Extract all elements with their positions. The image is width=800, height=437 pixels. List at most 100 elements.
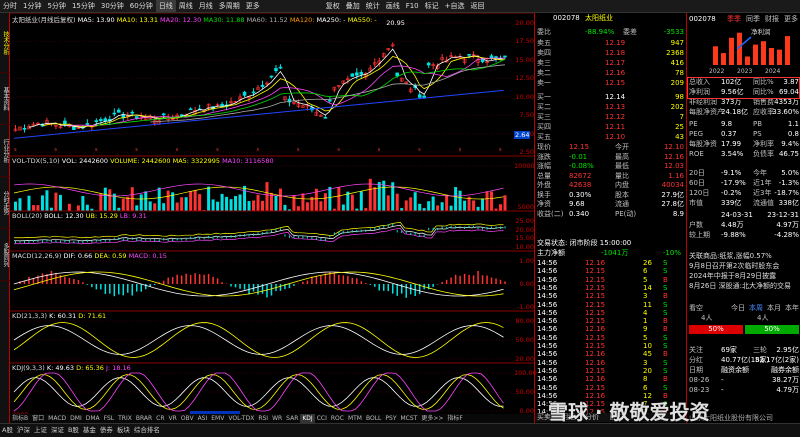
margin-v1: 69家 bbox=[721, 346, 737, 354]
news-item-0[interactable]: 关联商品:纸浆,涨幅0.57% bbox=[687, 251, 800, 261]
margin-k1: 日期 bbox=[689, 366, 703, 374]
market-tab-7[interactable]: 板块 bbox=[115, 424, 132, 437]
tick-vol: 20 bbox=[643, 366, 652, 375]
tool-button-5[interactable]: 标记 bbox=[422, 0, 442, 12]
indicator-tab-19[interactable]: ROC bbox=[329, 414, 346, 423]
period-tab-8[interactable]: 月线 bbox=[196, 0, 216, 12]
indicator-tab-9[interactable]: VR bbox=[167, 414, 179, 423]
event-marker: s bbox=[256, 147, 260, 153]
tool-button-2[interactable]: 统计 bbox=[363, 0, 383, 12]
indicator-tab-20[interactable]: MTM bbox=[346, 414, 364, 423]
market-tab-0[interactable]: A股 bbox=[0, 424, 15, 437]
sell-label: 卖五 bbox=[537, 39, 551, 47]
chart-area[interactable]: 太阳纸业(月线后复权) MA5: 13.90 MA10: 13.31 MA20:… bbox=[10, 13, 537, 423]
indicator-tab-25[interactable]: 指标F bbox=[445, 414, 464, 423]
stat-val: 0.340 bbox=[569, 209, 590, 218]
tick-price: 12.15 bbox=[585, 308, 606, 317]
tool-button-6[interactable]: +自选 bbox=[442, 0, 468, 12]
indicator-tab-6[interactable]: TRIX bbox=[116, 414, 134, 423]
tick-vol: 3 bbox=[643, 292, 648, 301]
indicator-tab-14[interactable]: RSI bbox=[256, 414, 270, 423]
period-tab-4[interactable]: 30分钟 bbox=[98, 0, 127, 12]
indicator-tab-7[interactable]: BRAR bbox=[134, 414, 154, 423]
volume-bar bbox=[40, 195, 44, 211]
weibi-row: 委比 -88.94% 委差 -3533 bbox=[535, 28, 687, 37]
period-tab-3[interactable]: 15分钟 bbox=[69, 0, 98, 12]
period-tab-9[interactable]: 多周期 bbox=[216, 0, 243, 12]
kdj-ytick-1: 50.00 bbox=[515, 388, 534, 396]
buy-label: 买四 bbox=[537, 123, 551, 131]
indicator-tab-12[interactable]: EMV bbox=[209, 414, 226, 423]
volume-bar bbox=[359, 191, 363, 211]
indicator-tab-5[interactable]: FSL bbox=[102, 414, 117, 423]
indicator-tab-23[interactable]: MCST bbox=[399, 414, 420, 423]
indicator-tab-2[interactable]: MACD bbox=[46, 414, 68, 423]
market-tab-1[interactable]: 沪深 bbox=[15, 424, 32, 437]
date-v2: 4.97万 bbox=[776, 221, 799, 229]
market-tab-8[interactable]: 综合排名 bbox=[132, 424, 162, 437]
news-item-3[interactable]: 8月26日 深股通:北大净额的交易 bbox=[687, 281, 800, 291]
indicator-tab-22[interactable]: PSY bbox=[383, 414, 398, 423]
indicator-tab-10[interactable]: OBV bbox=[179, 414, 196, 423]
period-tab-10[interactable]: 更多 bbox=[243, 0, 263, 12]
kline-ytick-1: 17.50 bbox=[515, 37, 534, 46]
volume-bar bbox=[436, 205, 440, 211]
sell-vol: 2368 bbox=[666, 49, 684, 57]
indicator-tab-24[interactable]: 更多>> bbox=[419, 414, 445, 423]
candle-body bbox=[359, 72, 364, 75]
indicator-tab-4[interactable]: DMA bbox=[84, 414, 102, 423]
right-tab-2[interactable]: 财报 bbox=[765, 14, 779, 24]
right-header: 002078 季季 同季 财报 更多 bbox=[687, 14, 800, 24]
tool-button-1[interactable]: 叠加 bbox=[343, 0, 363, 12]
left-tab-2[interactable]: 行业分析 bbox=[0, 125, 10, 177]
volume-bar bbox=[67, 203, 71, 211]
period-tab-7[interactable]: 周线 bbox=[176, 0, 196, 12]
market-tab-5[interactable]: 基金 bbox=[81, 424, 98, 437]
indicator-tab-11[interactable]: ASI bbox=[196, 414, 210, 423]
tool-button-4[interactable]: F10 bbox=[403, 0, 422, 12]
tool-button-0[interactable]: 复权 bbox=[323, 0, 343, 12]
tick-side: S bbox=[663, 300, 668, 309]
right-tab-0[interactable]: 季季 bbox=[727, 14, 741, 24]
indicator-tab-16[interactable]: SAR bbox=[284, 414, 300, 423]
period-tab-1[interactable]: 1分钟 bbox=[20, 0, 44, 12]
profit-bar bbox=[761, 41, 766, 65]
margin-row: 08-23 - 4.79万 bbox=[687, 385, 800, 395]
market-tab-3[interactable]: 深证 bbox=[49, 424, 66, 437]
market-tab-4[interactable]: B股 bbox=[66, 424, 81, 437]
period-tab-2[interactable]: 5分钟 bbox=[44, 0, 68, 12]
tool-button-3[interactable]: 画线 bbox=[383, 0, 403, 12]
indicator-tab-18[interactable]: CCI bbox=[315, 414, 329, 423]
indicator-tab-1[interactable]: 窗口 bbox=[30, 414, 46, 423]
news-item-2[interactable]: 2024年中报于8月29日披露 bbox=[687, 271, 800, 281]
indicator-tab-13[interactable]: VOL-TDX bbox=[226, 414, 256, 423]
candle-body bbox=[242, 91, 247, 96]
indicator-tab-0[interactable]: 指标B bbox=[10, 414, 30, 423]
volume-bar bbox=[207, 186, 211, 211]
stat-label2: 内盘 bbox=[615, 181, 629, 189]
market-tab-6[interactable]: 债券 bbox=[98, 424, 115, 437]
indicator-tab-21[interactable]: BOLL bbox=[364, 414, 383, 423]
candle-body bbox=[220, 103, 224, 107]
weicha-label: 委差 bbox=[623, 28, 637, 36]
left-tab-3[interactable]: 分时走势 bbox=[0, 177, 10, 229]
left-tab-0[interactable]: 技术分析 bbox=[0, 13, 10, 73]
news-item-1[interactable]: 9月8日召开第2次临时股东会 bbox=[687, 261, 800, 271]
indicator-tab-17[interactable]: KDJ bbox=[300, 414, 315, 423]
period-tab-5[interactable]: 60分钟 bbox=[127, 0, 156, 12]
volume-bar bbox=[81, 195, 85, 211]
candle-body bbox=[422, 95, 426, 98]
period-tab-0[interactable]: 分时 bbox=[0, 0, 20, 12]
tool-button-7[interactable]: 返回 bbox=[468, 0, 488, 12]
indicator-tab-3[interactable]: DMI bbox=[68, 414, 84, 423]
period-tab-6[interactable]: 日线 bbox=[155, 0, 176, 12]
volume-bar bbox=[234, 196, 238, 211]
market-tab-2[interactable]: 上证 bbox=[32, 424, 49, 437]
right-tab-1[interactable]: 同季 bbox=[746, 14, 760, 24]
right-tab-3[interactable]: 更多 bbox=[784, 14, 798, 24]
left-tab-1[interactable]: 基本资料 bbox=[0, 73, 10, 125]
val-k1: PE bbox=[689, 120, 698, 128]
indicator-tab-15[interactable]: WR bbox=[270, 414, 284, 423]
left-tab-4[interactable]: 多股同列 bbox=[0, 229, 10, 281]
indicator-tab-8[interactable]: CR bbox=[154, 414, 166, 423]
